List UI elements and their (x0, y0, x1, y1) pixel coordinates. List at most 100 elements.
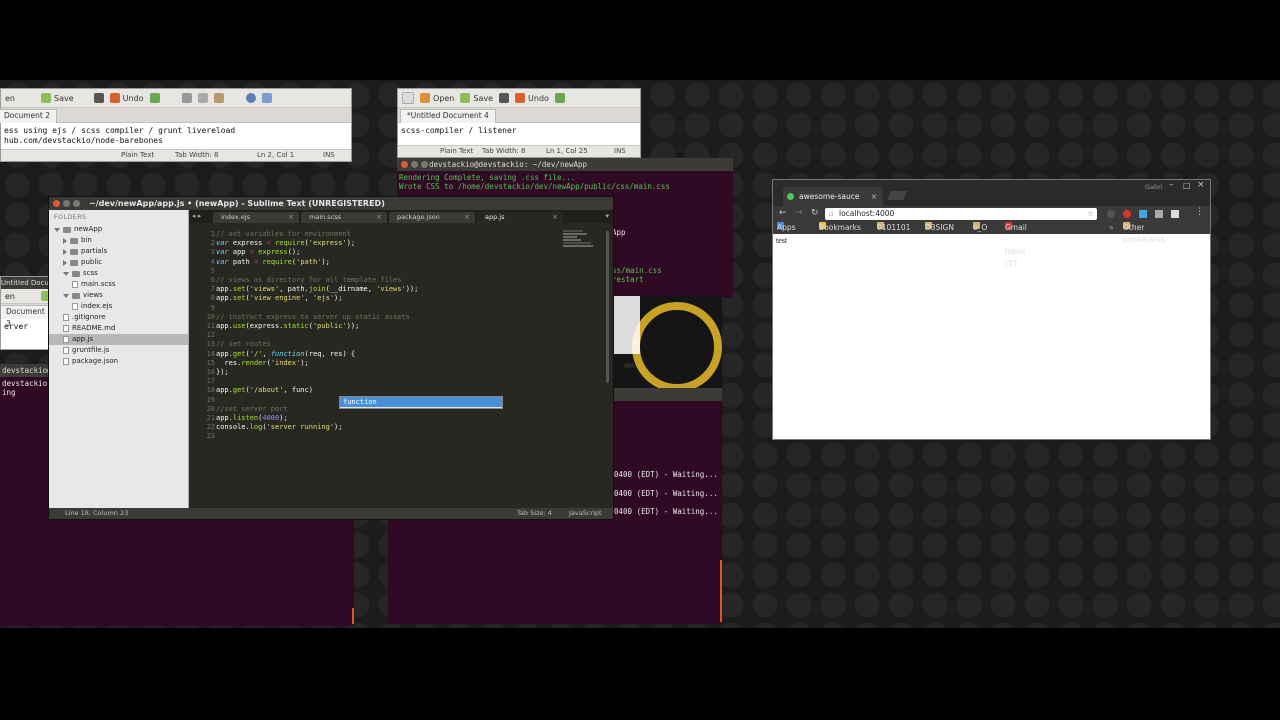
print-icon[interactable] (93, 93, 104, 103)
maximize-icon[interactable] (421, 161, 428, 168)
gedit-window-document-3[interactable]: Untitled Docu en Document 3 erver (0, 276, 50, 350)
extension-icon[interactable] (1139, 210, 1147, 218)
autocomplete-item[interactable]: function (340, 397, 502, 407)
sidebar-item[interactable]: index.ejs (49, 301, 188, 312)
gedit-text-area[interactable]: ess using ejs / scss compiler / grunt li… (1, 123, 351, 149)
sidebar-item[interactable]: gruntfile.js (49, 345, 188, 356)
sublime-text-window[interactable]: ~/dev/newApp/app.js • (newApp) - Sublime… (48, 196, 614, 520)
extension-icon[interactable] (1123, 210, 1131, 218)
scrollbar[interactable] (606, 231, 609, 383)
tab-main-scss[interactable]: main.scss × (301, 212, 387, 223)
undo-button[interactable]: Undo (109, 93, 144, 103)
address-bar[interactable]: ▫ localhost:4000 ☆ (825, 208, 1097, 220)
sidebar-item[interactable]: package.json (49, 356, 188, 367)
find-icon[interactable] (245, 93, 256, 103)
tab-width[interactable]: Tab Width: 8 (175, 151, 218, 159)
tab-package-json[interactable]: package.json × (389, 212, 475, 223)
syntax-mode[interactable]: Plain Text (440, 147, 473, 155)
chevron-right-icon[interactable] (63, 248, 67, 255)
replace-icon[interactable] (261, 93, 272, 103)
star-icon[interactable]: ☆ (1087, 208, 1094, 220)
tab-awesome-sauce[interactable]: awesome-sauce × (783, 187, 883, 206)
syntax-mode[interactable]: JavaScript (569, 508, 602, 519)
code-editor[interactable]: // set variables for environment var expr… (216, 230, 418, 442)
new-icon[interactable] (402, 92, 414, 104)
chevron-right-icon[interactable] (63, 259, 67, 266)
page-info-icon[interactable]: ▫ (829, 208, 834, 220)
sidebar-item[interactable]: .gitignore (49, 312, 188, 323)
extension-icon[interactable] (1171, 210, 1179, 218)
tab-nav-arrows-icon[interactable]: ◂ ▸ (192, 212, 201, 220)
extension-icon[interactable] (1155, 210, 1163, 218)
minimize-icon[interactable] (63, 200, 70, 207)
reload-icon[interactable]: ↻ (811, 208, 819, 218)
redo-icon[interactable] (554, 93, 565, 103)
forward-icon[interactable]: → (795, 208, 803, 218)
chrome-window[interactable]: awesome-sauce × Gabri – □ × ← → ↻ ▫ local… (772, 179, 1211, 440)
tab-document-2[interactable]: Document 2 (0, 109, 58, 123)
copy-icon[interactable] (197, 93, 208, 103)
sidebar-item[interactable]: partials (49, 246, 188, 257)
close-icon[interactable]: × (288, 212, 294, 223)
extension-icon[interactable] (1107, 210, 1115, 218)
chevron-down-icon[interactable] (63, 271, 69, 276)
close-icon[interactable]: × (871, 187, 877, 206)
sidebar-item[interactable]: app.js (49, 334, 188, 345)
paste-icon[interactable] (213, 93, 224, 103)
sidebar-item[interactable]: public (49, 257, 188, 268)
sidebar-item-label: index.ejs (81, 302, 113, 310)
tab-size[interactable]: Tab Size: 4 (517, 508, 552, 519)
sidebar-item[interactable]: views (49, 290, 188, 301)
tab-index-ejs[interactable]: index.ejs × (213, 212, 299, 223)
minimize-icon[interactable]: – (1169, 180, 1174, 190)
minimize-icon[interactable] (411, 161, 418, 168)
sidebar-item[interactable]: bin (49, 235, 188, 246)
tab-app-js[interactable]: app.js × (477, 212, 563, 223)
new-tab-button[interactable] (887, 191, 907, 200)
chevron-right-icon[interactable] (63, 237, 67, 244)
close-icon[interactable] (53, 200, 60, 207)
tab-untitled-document-4[interactable]: *Untitled Document 4 (400, 109, 496, 123)
sidebar-item[interactable]: scss (49, 268, 188, 279)
profile-name[interactable]: Gabri (1145, 183, 1163, 191)
close-icon[interactable]: × (376, 212, 382, 223)
sidebar-item[interactable]: main.scss (49, 279, 188, 290)
menu-icon[interactable]: ⋮ (1195, 207, 1204, 217)
tab-menu-icon[interactable]: ▾ (605, 212, 609, 220)
print-icon[interactable] (499, 93, 510, 103)
code-line: // set routes (216, 340, 271, 349)
sidebar-item[interactable]: newApp (49, 224, 188, 235)
minimap[interactable] (563, 229, 595, 259)
tab-label: *Untitled Document 4 (407, 111, 489, 120)
open-button[interactable]: en (5, 94, 15, 103)
chevron-down-icon[interactable] (54, 227, 60, 232)
close-icon[interactable] (401, 161, 408, 168)
undo-button[interactable]: Undo (515, 93, 549, 103)
chevron-down-icon[interactable] (63, 293, 69, 298)
syntax-mode[interactable]: Plain Text (121, 151, 154, 159)
maximize-icon[interactable]: □ (1183, 181, 1191, 190)
redo-icon[interactable] (149, 93, 160, 103)
tab-document-3[interactable]: Document 3 (1, 305, 49, 328)
terminal-output[interactable]: 0400 (EDT) - Waiting... 0400 (EDT) - Wai… (614, 466, 718, 522)
open-button[interactable]: Open (420, 93, 454, 103)
cut-icon[interactable] (181, 93, 192, 103)
close-icon[interactable]: × (1197, 180, 1205, 190)
autocomplete-popup[interactable]: function (339, 396, 503, 409)
gedit-window-document-2[interactable]: en Save Undo Document 2 ess using ejs / … (0, 88, 352, 162)
close-icon[interactable]: × (464, 212, 470, 223)
bookmarks-overflow-icon[interactable]: » (1109, 222, 1114, 234)
sidebar-item[interactable]: README.md (49, 323, 188, 334)
terminal-output[interactable]: Rendering Complete, saving .css file... W… (397, 171, 733, 193)
open-label[interactable]: en (5, 292, 15, 301)
gedit-text-area[interactable]: scss-compiler / listener (398, 123, 640, 139)
back-icon[interactable]: ← (779, 208, 787, 218)
tab-label: package.json (397, 213, 440, 221)
close-icon[interactable]: × (552, 212, 558, 223)
save-button[interactable]: Save (460, 93, 493, 103)
maximize-icon[interactable] (73, 200, 80, 207)
code-line: app.use(express.static('public')); (216, 322, 360, 331)
tab-width[interactable]: Tab Width: 8 (482, 147, 525, 155)
save-button[interactable]: Save (41, 93, 74, 103)
gedit-window-document-4[interactable]: Open Save Undo *Untitled Document 4 scss… (397, 88, 641, 158)
